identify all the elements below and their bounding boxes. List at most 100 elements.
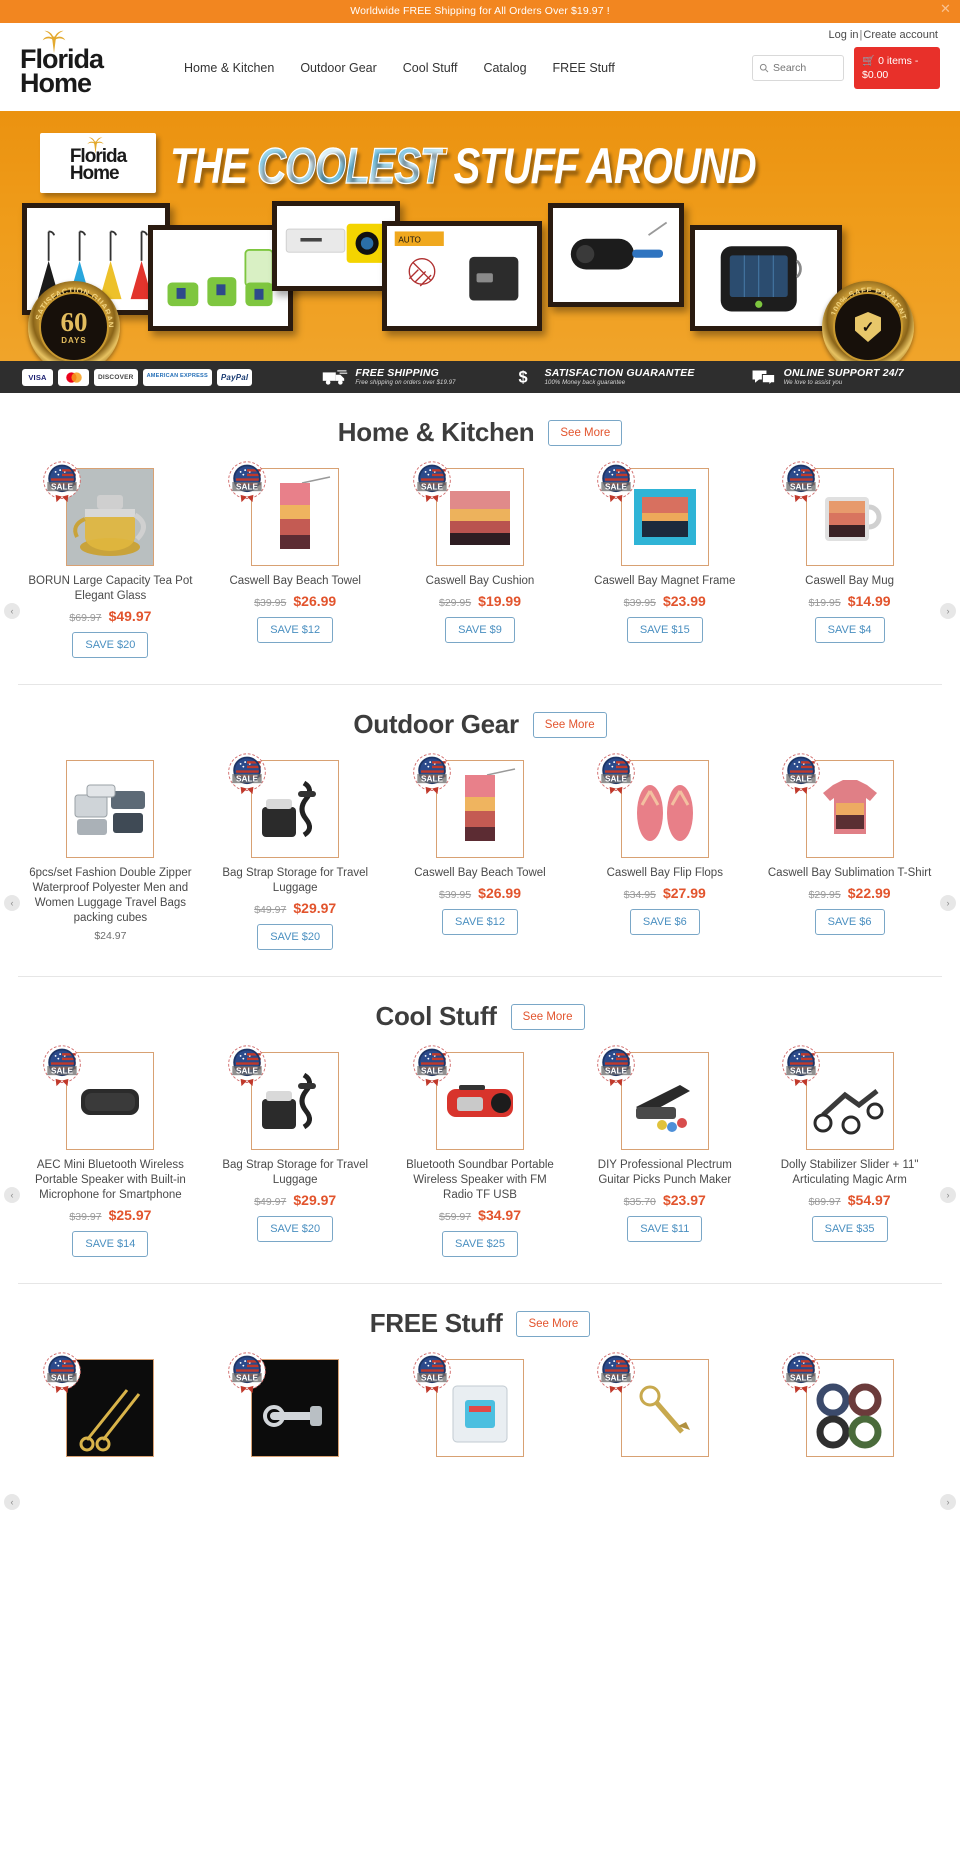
save-button[interactable]: SAVE $15 xyxy=(626,617,703,643)
create-account-link[interactable]: Create account xyxy=(863,29,938,41)
hero-banner[interactable]: Florida Home THE COOLEST STUFF AROUND AU… xyxy=(0,111,960,361)
save-button[interactable]: SAVE $9 xyxy=(445,617,515,643)
carousel-next-arrow[interactable]: › xyxy=(940,1187,956,1203)
product-card[interactable]: SALE xyxy=(388,1352,573,1457)
save-button[interactable]: SAVE $20 xyxy=(72,632,149,658)
save-button[interactable]: SAVE $6 xyxy=(629,909,700,935)
site-logo[interactable]: Florida Home xyxy=(20,30,170,97)
product-image[interactable] xyxy=(66,760,155,858)
product-card[interactable]: SALE Caswell Bay Beach Towel $39.95 $26.… xyxy=(388,753,573,950)
svg-text:SALE: SALE xyxy=(790,774,813,783)
product-card[interactable]: SALE Caswell Bay Sublimation T-Shirt $29… xyxy=(757,753,942,950)
product-thumbnail-wrap: SALE xyxy=(396,461,565,566)
product-card[interactable]: SALE DIY Professional Plectrum Guitar Pi… xyxy=(572,1045,757,1257)
product-card[interactable]: 6pcs/set Fashion Double Zipper Waterproo… xyxy=(18,760,203,950)
search-input[interactable] xyxy=(773,62,837,74)
see-more-button[interactable]: See More xyxy=(510,1003,585,1030)
seal-inner: 60 DAYS xyxy=(39,292,109,361)
section-header: Cool Stuff See More xyxy=(0,1001,960,1032)
product-title[interactable]: BORUN Large Capacity Tea Pot Elegant Gla… xyxy=(26,574,195,604)
product-sale-price: $23.97 xyxy=(662,1192,706,1208)
save-button[interactable]: SAVE $12 xyxy=(257,617,334,643)
section-title: Cool Stuff xyxy=(375,1001,497,1031)
product-card[interactable]: SALE Caswell Bay Cushion $29.95 $19.99 S… xyxy=(388,461,573,658)
product-title[interactable]: Caswell Bay Mug xyxy=(765,574,934,589)
hero-logo-line-2: Home xyxy=(69,163,120,184)
save-button[interactable]: SAVE $20 xyxy=(257,1216,334,1242)
cart-button[interactable]: 🛒 0 items - $0.00 xyxy=(854,46,940,90)
product-card[interactable]: SALE xyxy=(18,1352,203,1457)
save-button[interactable]: SAVE $35 xyxy=(811,1216,888,1242)
product-title[interactable]: Caswell Bay Sublimation T-Shirt xyxy=(765,866,934,881)
product-title[interactable]: Bag Strap Storage for Travel Luggage xyxy=(211,866,380,896)
save-button[interactable]: SAVE $20 xyxy=(257,924,334,950)
save-button[interactable]: SAVE $14 xyxy=(72,1231,149,1257)
login-link[interactable]: Log in xyxy=(829,29,859,41)
carousel-next-arrow[interactable]: › xyxy=(940,895,956,911)
see-more-button[interactable]: See More xyxy=(532,711,607,738)
product-title[interactable]: Caswell Bay Beach Towel xyxy=(396,866,565,881)
account-links: Log in|Create account xyxy=(829,29,938,41)
product-card[interactable]: SALE xyxy=(203,1352,388,1457)
product-old-price: $35.70 xyxy=(623,1196,656,1208)
paypal-icon: PayPal xyxy=(216,368,253,386)
feature-satisfaction-guarantee: $ SATISFACTION GUARANTEE 100% Money back… xyxy=(512,368,695,386)
carousel-next-arrow[interactable]: › xyxy=(940,1494,956,1510)
product-card[interactable]: SALE Dolly Stabilizer Slider + 11" Artic… xyxy=(757,1045,942,1257)
product-thumbnail-wrap: SALE xyxy=(211,461,380,566)
product-title[interactable]: Caswell Bay Flip Flops xyxy=(580,866,749,881)
save-button[interactable]: SAVE $6 xyxy=(814,909,885,935)
hero-product-projector xyxy=(272,201,400,291)
product-card[interactable]: SALE AEC Mini Bluetooth Wireless Portabl… xyxy=(18,1045,203,1257)
product-title[interactable]: Dolly Stabilizer Slider + 11" Articulati… xyxy=(765,1158,934,1188)
product-title[interactable]: DIY Professional Plectrum Guitar Picks P… xyxy=(580,1158,749,1188)
feature-title: SATISFACTION GUARANTEE xyxy=(544,367,695,380)
product-thumbnail-wrap: SALE xyxy=(26,461,195,566)
product-card[interactable]: SALE Bluetooth Soundbar Portable Wireles… xyxy=(388,1045,573,1257)
product-sale-price: $19.99 xyxy=(478,593,521,609)
product-thumbnail-wrap: SALE xyxy=(580,1352,749,1457)
product-thumbnail-wrap: SALE xyxy=(26,1045,195,1150)
hero-product-strip: AUTO xyxy=(0,189,960,331)
nav-item-outdoor-gear[interactable]: Outdoor Gear xyxy=(300,61,376,75)
product-card[interactable]: SALE Bag Strap Storage for Travel Luggag… xyxy=(203,753,388,950)
nav-item-catalog[interactable]: Catalog xyxy=(483,61,526,75)
product-card[interactable]: SALE BORUN Large Capacity Tea Pot Elegan… xyxy=(18,461,203,658)
feature-title: FREE SHIPPING xyxy=(355,367,440,380)
charger-image: AUTO xyxy=(389,226,535,326)
save-button[interactable]: SAVE $11 xyxy=(627,1216,703,1242)
carousel-next-arrow[interactable]: › xyxy=(940,603,956,619)
product-card[interactable]: SALE Caswell Bay Flip Flops $34.95 $27.9… xyxy=(572,753,757,950)
search-box[interactable] xyxy=(752,55,844,81)
sale-badge-icon: SALE xyxy=(412,1352,451,1394)
amex-icon: AMERICAN EXPRESS xyxy=(142,368,212,386)
product-card[interactable]: SALE Caswell Bay Magnet Frame $39.95 $23… xyxy=(572,461,757,658)
see-more-button[interactable]: See More xyxy=(516,1310,591,1337)
svg-text:SALE: SALE xyxy=(421,1373,444,1382)
product-title[interactable]: 6pcs/set Fashion Double Zipper Waterproo… xyxy=(26,866,195,926)
nav-item-free-stuff[interactable]: FREE Stuff xyxy=(553,61,615,75)
carousel-prev-arrow[interactable]: ‹ xyxy=(4,1494,20,1510)
product-card[interactable]: SALE xyxy=(757,1352,942,1457)
product-title[interactable]: Caswell Bay Magnet Frame xyxy=(580,574,749,589)
see-more-button[interactable]: See More xyxy=(548,419,623,446)
close-icon[interactable]: ✕ xyxy=(940,2,951,15)
product-card[interactable]: SALE xyxy=(572,1352,757,1457)
save-button[interactable]: SAVE $4 xyxy=(814,617,885,643)
product-title[interactable]: AEC Mini Bluetooth Wireless Portable Spe… xyxy=(26,1158,195,1203)
nav-item-home-kitchen[interactable]: Home & Kitchen xyxy=(184,61,274,75)
product-card[interactable]: SALE Caswell Bay Beach Towel $39.95 $26.… xyxy=(203,461,388,658)
product-carousel: ‹ › SALE AEC Mini Bluetooth Wireless Por… xyxy=(0,1045,960,1257)
product-title[interactable]: Bluetooth Soundbar Portable Wireless Spe… xyxy=(396,1158,565,1203)
product-title[interactable]: Caswell Bay Cushion xyxy=(396,574,565,589)
product-card[interactable]: SALE Caswell Bay Mug $19.95 $14.99 SAVE … xyxy=(757,461,942,658)
product-card[interactable]: SALE Bag Strap Storage for Travel Luggag… xyxy=(203,1045,388,1257)
product-title[interactable]: Bag Strap Storage for Travel Luggage xyxy=(211,1158,380,1188)
product-carousel: ‹ › SALE SALE SALE SALE SALE xyxy=(0,1352,960,1510)
nav-item-cool-stuff[interactable]: Cool Stuff xyxy=(403,61,458,75)
feature-subtitle: We love to assist you xyxy=(783,379,843,386)
save-button[interactable]: SAVE $12 xyxy=(442,909,518,935)
sale-badge-icon: SALE xyxy=(412,1045,451,1087)
save-button[interactable]: SAVE $25 xyxy=(442,1231,518,1257)
product-title[interactable]: Caswell Bay Beach Towel xyxy=(211,574,380,589)
